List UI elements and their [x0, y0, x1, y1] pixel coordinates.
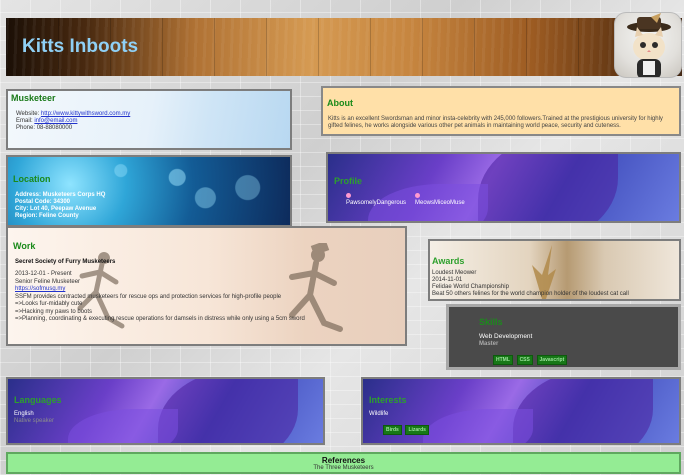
leaf-decoration	[423, 409, 533, 443]
keyword-tag: Lizards	[405, 425, 429, 435]
phone-value: 08-88080000	[36, 125, 73, 131]
work-highlight: =>Hacking my paws to boots	[15, 308, 93, 315]
section-heading-about: About	[327, 98, 353, 108]
award-date: 2014-11-01	[432, 277, 463, 283]
work-highlight: =>Looks fur-midably cute	[15, 301, 83, 307]
interests-section: Interests Wildlife Birds Lizards	[361, 377, 681, 445]
website-link[interactable]: http://www.kittywithsword.com.my	[41, 111, 130, 117]
section-heading-languages: Languages	[14, 395, 62, 405]
section-heading-interests: Interests	[369, 395, 407, 405]
email-link[interactable]: info@email.com	[34, 118, 77, 124]
leaf-decoration	[478, 154, 618, 221]
about-text: Kitts is an excellent Swordsman and mino…	[328, 116, 663, 129]
section-heading-profile: Profile	[334, 176, 363, 186]
section-heading-location: Location	[13, 174, 51, 184]
award-awarder: Felidae World Championship	[432, 284, 509, 290]
cat-avatar-icon	[627, 13, 671, 77]
leaf-decoration	[158, 379, 298, 443]
phone-label: Phone:	[16, 125, 36, 131]
keyword-tag: HTML	[493, 355, 513, 365]
section-heading-musketeer: Musketeer	[11, 93, 56, 103]
page-title: Kitts Inboots	[22, 36, 139, 57]
skill-level: Master	[479, 341, 499, 347]
awards-section: Awards Loudest Meower 2014-11-01 Felidae…	[428, 239, 681, 301]
work-highlight: =>Planning, coordinating & executing res…	[15, 316, 305, 322]
email-label: Email:	[16, 118, 33, 124]
header-banner: Kitts Inboots	[6, 18, 682, 76]
profile-network-icon	[415, 193, 420, 198]
reference-name: The Three Musketeers	[313, 465, 374, 471]
profile-section: Profile PawsomelyDangerous MeowsMiceoMus…	[326, 152, 681, 223]
keyword-tag: Birds	[383, 425, 402, 435]
profile-network-icon	[346, 193, 351, 198]
languages-section: Languages English Native speaker	[6, 377, 325, 445]
skill-name: Web Development	[479, 333, 533, 340]
work-dates: 2013-12-01 - Present	[15, 271, 72, 277]
leaf-decoration	[68, 409, 178, 443]
references-section: References The Three Musketeers	[6, 452, 681, 474]
language-name: English	[14, 411, 34, 417]
skill-keywords: HTML CSS Javascript	[493, 355, 569, 365]
profile-link[interactable]: PawsomelyDangerous	[346, 200, 406, 206]
section-heading-references: References	[321, 456, 366, 465]
work-link[interactable]: https://sofmusg.my	[15, 286, 65, 292]
interest-name: Wildlife	[369, 411, 389, 417]
work-section: Work Secret Society of Furry Musketeers …	[6, 226, 407, 346]
profile-link[interactable]: MeowsMiceoMuse	[415, 200, 465, 206]
award-summary: Beat 50 others felines for the world cha…	[432, 291, 629, 297]
section-heading-work: Work	[13, 241, 36, 251]
section-heading-skills: Skills	[479, 317, 503, 327]
address-row: Address: Musketeers Corps HQ	[15, 192, 106, 198]
company-name: Secret Society of Furry Musketeers	[15, 259, 116, 265]
avatar	[614, 12, 682, 78]
about-section: About Kitts is an excellent Swordsman an…	[321, 86, 681, 136]
skills-section: Skills Web Development Master HTML CSS J…	[446, 304, 681, 370]
work-summary: SSFM provides contracted musketeers for …	[15, 293, 282, 300]
email-row: Email: info@email.com	[16, 118, 130, 125]
language-fluency: Native speaker	[14, 418, 55, 424]
interest-keywords: Birds Lizards	[383, 425, 431, 435]
keyword-tag: CSS	[516, 355, 533, 365]
keyword-tag: Javascript	[536, 355, 568, 365]
website-label: Website:	[16, 111, 40, 117]
musketeer-section: Musketeer Website: http://www.kittywiths…	[6, 89, 292, 150]
location-section: Location Address: Musketeers Corps HQ Po…	[6, 155, 292, 227]
website-row: Website: http://www.kittywithsword.com.m…	[16, 111, 130, 118]
city-row: City: Lot 40, Peepaw Avenue	[15, 206, 97, 212]
postal-code-row: Postal Code: 34300	[15, 199, 71, 205]
leaf-decoration	[513, 379, 653, 443]
phone-row: Phone: 08-88080000	[16, 125, 130, 132]
region-row: Region: Feline County	[15, 213, 79, 219]
award-title: Loudest Meower	[432, 270, 477, 276]
work-position: Senior Feline Musketeer	[15, 278, 81, 285]
section-heading-awards: Awards	[432, 256, 465, 266]
